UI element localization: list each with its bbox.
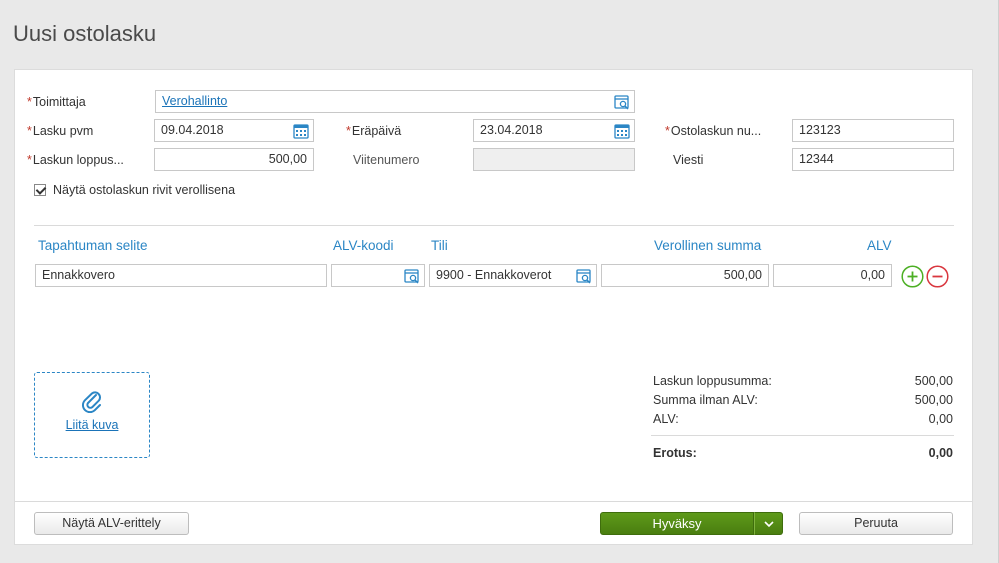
add-circle-icon[interactable] [901,265,924,288]
invoice-panel: *Toimittaja Verohallinto *Lasku pvm 09.0… [14,69,973,545]
remove-circle-icon[interactable] [926,265,949,288]
supplier-link[interactable]: Verohallinto [162,94,227,108]
message-label: Viesti [673,153,704,167]
row-vat-field[interactable]: 0,00 [773,264,892,287]
col-vat: ALV [867,238,892,253]
calendar-icon[interactable] [293,123,309,139]
due-date-field[interactable]: 23.04.2018 [473,119,635,142]
summary-vat-value: 0,00 [928,412,953,426]
page-title: Uusi ostolasku [13,21,157,46]
paperclip-icon [82,391,101,413]
col-account: Tili [431,238,448,253]
supplier-label: *Toimittaja [27,95,86,109]
total-label: *Laskun loppus... [27,153,124,167]
attachment-dropzone[interactable]: Liitä kuva [34,372,150,458]
approve-dropdown-button[interactable] [754,512,783,535]
footer-bar: Näytä ALV-erittely Hyväksy Peruuta [15,501,972,545]
chevron-down-icon [764,521,774,528]
calendar-icon[interactable] [614,123,630,139]
approve-button[interactable]: Hyväksy [600,512,754,535]
search-icon[interactable] [576,268,592,284]
vat-breakdown-button[interactable]: Näytä ALV-erittely [34,512,189,535]
invoice-number-field[interactable]: 123123 [792,119,954,142]
summary-divider [651,435,954,436]
row-vat-code-field[interactable] [331,264,425,287]
invoice-date-label: *Lasku pvm [27,124,94,138]
due-date-label: *Eräpäivä [346,124,402,138]
cancel-button[interactable]: Peruuta [799,512,953,535]
invoice-date-field[interactable]: 09.04.2018 [154,119,314,142]
summary-total-label: Laskun loppusumma: [653,374,772,388]
attach-image-link[interactable]: Liitä kuva [35,418,149,432]
divider [34,225,954,226]
summary-difference-value: 0,00 [928,446,953,460]
summary-vat-label: ALV: [653,412,679,426]
row-description-field[interactable]: Ennakkovero [35,264,327,287]
total-field[interactable]: 500,00 [154,148,314,171]
supplier-field[interactable]: Verohallinto [155,90,635,113]
show-with-tax-label: Näytä ostolaskun rivit verollisena [53,183,236,197]
search-icon[interactable] [614,94,630,110]
message-field[interactable]: 12344 [792,148,954,171]
search-icon[interactable] [404,268,420,284]
show-with-tax-checkbox[interactable] [34,184,46,196]
row-account-field[interactable]: 9900 - Ennakkoverot [429,264,597,287]
summary-difference-label: Erotus: [653,446,697,460]
summary-net-value: 500,00 [914,393,953,407]
reference-label: Viitenumero [353,153,420,167]
summary-total-value: 500,00 [914,374,953,388]
invoice-number-label: *Ostolaskun nu... [665,124,762,138]
col-gross-amount: Verollinen summa [654,238,762,253]
summary-net-label: Summa ilman ALV: [653,393,758,407]
col-description: Tapahtuman selite [38,238,148,253]
col-vat-code: ALV-koodi [333,238,394,253]
reference-field [473,148,635,171]
row-gross-amount-field[interactable]: 500,00 [601,264,769,287]
